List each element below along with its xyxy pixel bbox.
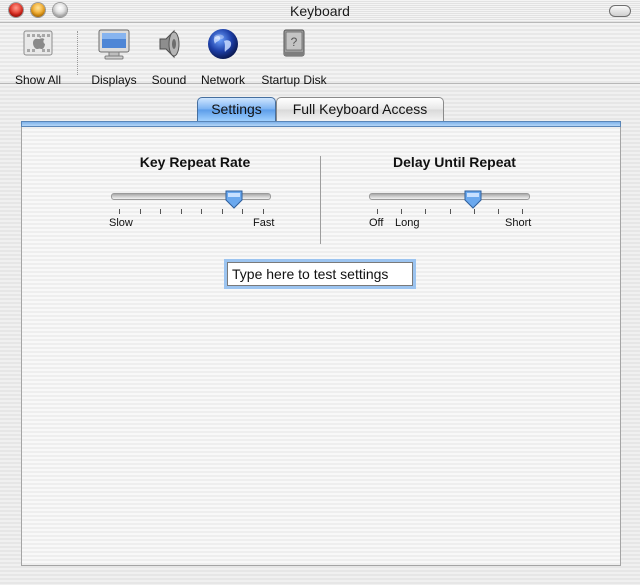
apple-icon [23, 30, 53, 56]
off-label: Off [369, 217, 384, 229]
displays-label: Displays [91, 73, 137, 87]
fast-label: Fast [253, 217, 275, 229]
displays-button[interactable]: Displays [86, 27, 142, 87]
keyboard-preferences-window: Keyboard Show All Displays Sound Network… [0, 0, 640, 585]
key-repeat-rate-title: Key Repeat Rate [139, 154, 251, 170]
slider-tick [522, 209, 523, 214]
key-repeat-slider-thumb[interactable] [224, 189, 244, 209]
delay-slider-thumb[interactable] [463, 189, 483, 209]
globe-icon [208, 29, 238, 59]
slider-tick [449, 209, 451, 214]
slider-tick [497, 209, 499, 214]
window-title: Keyboard [290, 3, 350, 19]
settings-panel: Key Repeat Rate Slow Fast Delay Until Re… [21, 121, 621, 566]
delay-track [369, 193, 530, 200]
slider-tick [401, 209, 403, 214]
network-button[interactable]: Network [195, 27, 251, 87]
slider-tick [263, 209, 264, 214]
slow-label: Slow [109, 217, 133, 229]
delay-until-repeat-title: Delay Until Repeat [393, 154, 516, 170]
toolbar-separator [77, 31, 78, 75]
toolbar-toggle-button[interactable] [609, 5, 631, 17]
slider-tick [201, 209, 203, 214]
slider-tick [377, 209, 378, 214]
slider-tick [425, 209, 427, 214]
slider-tick [473, 209, 475, 214]
title-bar: Keyboard [0, 0, 640, 23]
tab-settings[interactable]: Settings [197, 97, 276, 121]
test-settings-input[interactable] [227, 262, 413, 286]
sound-button[interactable]: Sound [146, 27, 192, 87]
toolbar: Show All Displays Sound Network ? Startu… [0, 23, 640, 87]
slider-tick [119, 209, 120, 214]
speaker-icon [159, 29, 180, 59]
display-icon [98, 29, 130, 60]
show-all-label: Show All [14, 73, 62, 87]
short-label: Short [505, 217, 532, 229]
key-repeat-track [111, 193, 271, 200]
section-divider [320, 156, 321, 244]
long-label: Long [395, 217, 420, 229]
panel-accent-bar [21, 121, 621, 127]
slider-tick [160, 209, 162, 214]
tab-full-keyboard-access[interactable]: Full Keyboard Access [276, 97, 444, 121]
network-label: Network [200, 73, 245, 87]
startup-disk-label: Startup Disk [261, 73, 327, 87]
slider-tick [139, 209, 141, 214]
slider-tick [180, 209, 182, 214]
slider-tick [242, 209, 244, 214]
svg-text:?: ? [291, 35, 298, 49]
show-all-button[interactable]: Show All [8, 27, 68, 87]
slider-tick [221, 209, 223, 214]
startup-disk-button[interactable]: ? Startup Disk [258, 27, 330, 87]
sound-label: Sound [151, 73, 187, 87]
hard-disk-icon: ? [283, 29, 305, 57]
